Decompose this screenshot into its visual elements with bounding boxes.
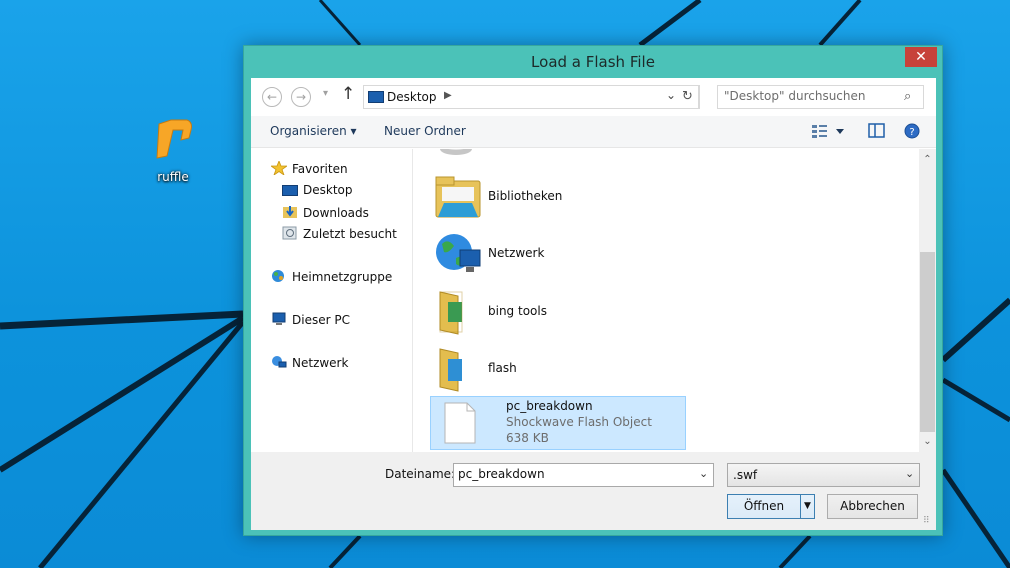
command-toolbar: Organisieren ▾ Neuer Ordner ?	[251, 116, 936, 148]
forward-arrow-icon[interactable]: →	[291, 87, 311, 107]
dialog-titlebar[interactable]: Load a Flash File ✕	[244, 46, 942, 78]
new-folder-button[interactable]: Neuer Ordner	[384, 124, 466, 138]
filename-input[interactable]	[458, 467, 688, 481]
network-globe-icon	[436, 234, 481, 272]
load-flash-file-dialog: Load a Flash File ✕ ← → ▾ ↑ Desktop ▶ ⌄ …	[243, 45, 943, 536]
selected-file-size: 638 KB	[506, 431, 549, 445]
folder-icon	[439, 348, 462, 392]
sidebar-item-this-pc[interactable]: Dieser PC	[271, 312, 350, 327]
scroll-up-arrow-icon[interactable]: ⌃	[919, 151, 936, 168]
sidebar-item-desktop[interactable]: Desktop	[282, 183, 353, 197]
filename-label: Dateiname:	[385, 467, 456, 481]
file-name: flash	[488, 361, 517, 375]
file-name: Bibliotheken	[488, 189, 563, 203]
scroll-down-arrow-icon[interactable]: ⌄	[919, 433, 936, 450]
selected-file-type: Shockwave Flash Object	[506, 415, 652, 429]
sidebar-item-label: Downloads	[303, 206, 369, 220]
cancel-button[interactable]: Abbrechen	[827, 494, 918, 519]
selected-file-row[interactable]: pc_breakdown Shockwave Flash Object 638 …	[430, 396, 686, 450]
partial-item-icon	[440, 149, 472, 155]
filename-dropdown-icon[interactable]: ⌄	[699, 467, 708, 480]
filetype-select[interactable]: .swf ⌄	[727, 463, 920, 487]
recent-places-icon	[282, 226, 297, 240]
sidebar-item-label: Zuletzt besucht	[303, 227, 397, 241]
back-arrow-icon[interactable]: ←	[262, 87, 282, 107]
preview-pane-icon[interactable]	[868, 122, 886, 140]
search-input[interactable]	[724, 89, 894, 103]
scrollbar-thumb[interactable]	[920, 252, 935, 432]
address-text: Desktop	[387, 90, 437, 104]
close-button[interactable]: ✕	[905, 47, 937, 67]
star-icon	[271, 161, 287, 175]
filetype-value: .swf	[733, 468, 758, 482]
ruffle-icon-label: ruffle	[157, 170, 189, 184]
sidebar-item-label: Desktop	[303, 183, 353, 197]
vertical-scrollbar[interactable]: ⌃ ⌄	[919, 149, 936, 452]
sidebar-item-homegroup[interactable]: Heimnetzgruppe	[271, 269, 392, 284]
file-name: Netzwerk	[488, 246, 545, 260]
address-dropdown-icon[interactable]: ⌄	[666, 88, 676, 102]
desktop-icon	[282, 185, 298, 196]
navigation-pane: Favoriten Desktop Downloads Zuletzt besu…	[251, 149, 413, 452]
file-name-panel: Dateiname: ⌄ .swf ⌄ Öffnen ▼ Abbrechen ⠿	[251, 452, 936, 530]
refresh-button[interactable]: ↻	[676, 85, 700, 109]
filename-combobox[interactable]: ⌄	[453, 463, 714, 487]
network-icon	[272, 356, 287, 368]
recent-locations-chevron-icon[interactable]: ▾	[323, 88, 328, 99]
libraries-icon	[435, 176, 481, 218]
sidebar-item-recent[interactable]: Zuletzt besucht	[282, 226, 397, 241]
dialog-client-area: ← → ▾ ↑ Desktop ▶ ⌄ ↻ ⌕ Organisieren ▾ N…	[251, 78, 936, 530]
view-options-icon[interactable]	[811, 122, 847, 140]
address-bar[interactable]: Desktop ▶ ⌄	[363, 85, 699, 109]
favorites-label: Favoriten	[292, 162, 348, 176]
sidebar-item-label: Heimnetzgruppe	[292, 270, 393, 284]
sidebar-item-label: Netzwerk	[292, 356, 349, 370]
sidebar-item-network[interactable]: Netzwerk	[271, 355, 348, 370]
svg-text:?: ?	[909, 127, 914, 138]
open-button-label: Öffnen	[743, 499, 785, 513]
search-icon[interactable]: ⌕	[904, 89, 911, 104]
filetype-dropdown-icon[interactable]: ⌄	[905, 467, 914, 480]
sidebar-item-downloads[interactable]: Downloads	[282, 205, 369, 220]
ruffle-logo-icon	[156, 119, 192, 159]
folder-icon	[439, 291, 463, 335]
file-document-icon	[444, 402, 476, 444]
dialog-title: Load a Flash File	[531, 53, 655, 71]
open-button[interactable]: Öffnen ▼	[727, 494, 815, 519]
up-arrow-icon[interactable]: ↑	[341, 84, 355, 104]
search-box[interactable]: ⌕	[717, 85, 924, 109]
desktop-icon	[368, 91, 384, 103]
address-row: ← → ▾ ↑ Desktop ▶ ⌄ ↻ ⌕	[251, 78, 936, 116]
ruffle-desktop-shortcut[interactable]: ruffle	[138, 114, 208, 184]
downloads-icon	[283, 206, 297, 218]
help-icon[interactable]: ?	[904, 122, 922, 140]
selected-file-name: pc_breakdown	[506, 399, 593, 413]
favorites-node[interactable]: Favoriten	[271, 161, 348, 176]
organize-button[interactable]: Organisieren ▾	[270, 124, 357, 138]
file-name: bing tools	[488, 304, 547, 318]
computer-icon	[272, 312, 286, 325]
breadcrumb-chevron-icon[interactable]: ▶	[444, 90, 452, 101]
open-split-dropdown-icon[interactable]: ▼	[800, 495, 814, 518]
homegroup-icon	[272, 270, 284, 282]
file-list: Bibliotheken Netzwerk bing tools flash p…	[414, 149, 919, 452]
sidebar-item-label: Dieser PC	[292, 313, 350, 327]
resize-grip-icon[interactable]: ⠿	[923, 516, 930, 526]
